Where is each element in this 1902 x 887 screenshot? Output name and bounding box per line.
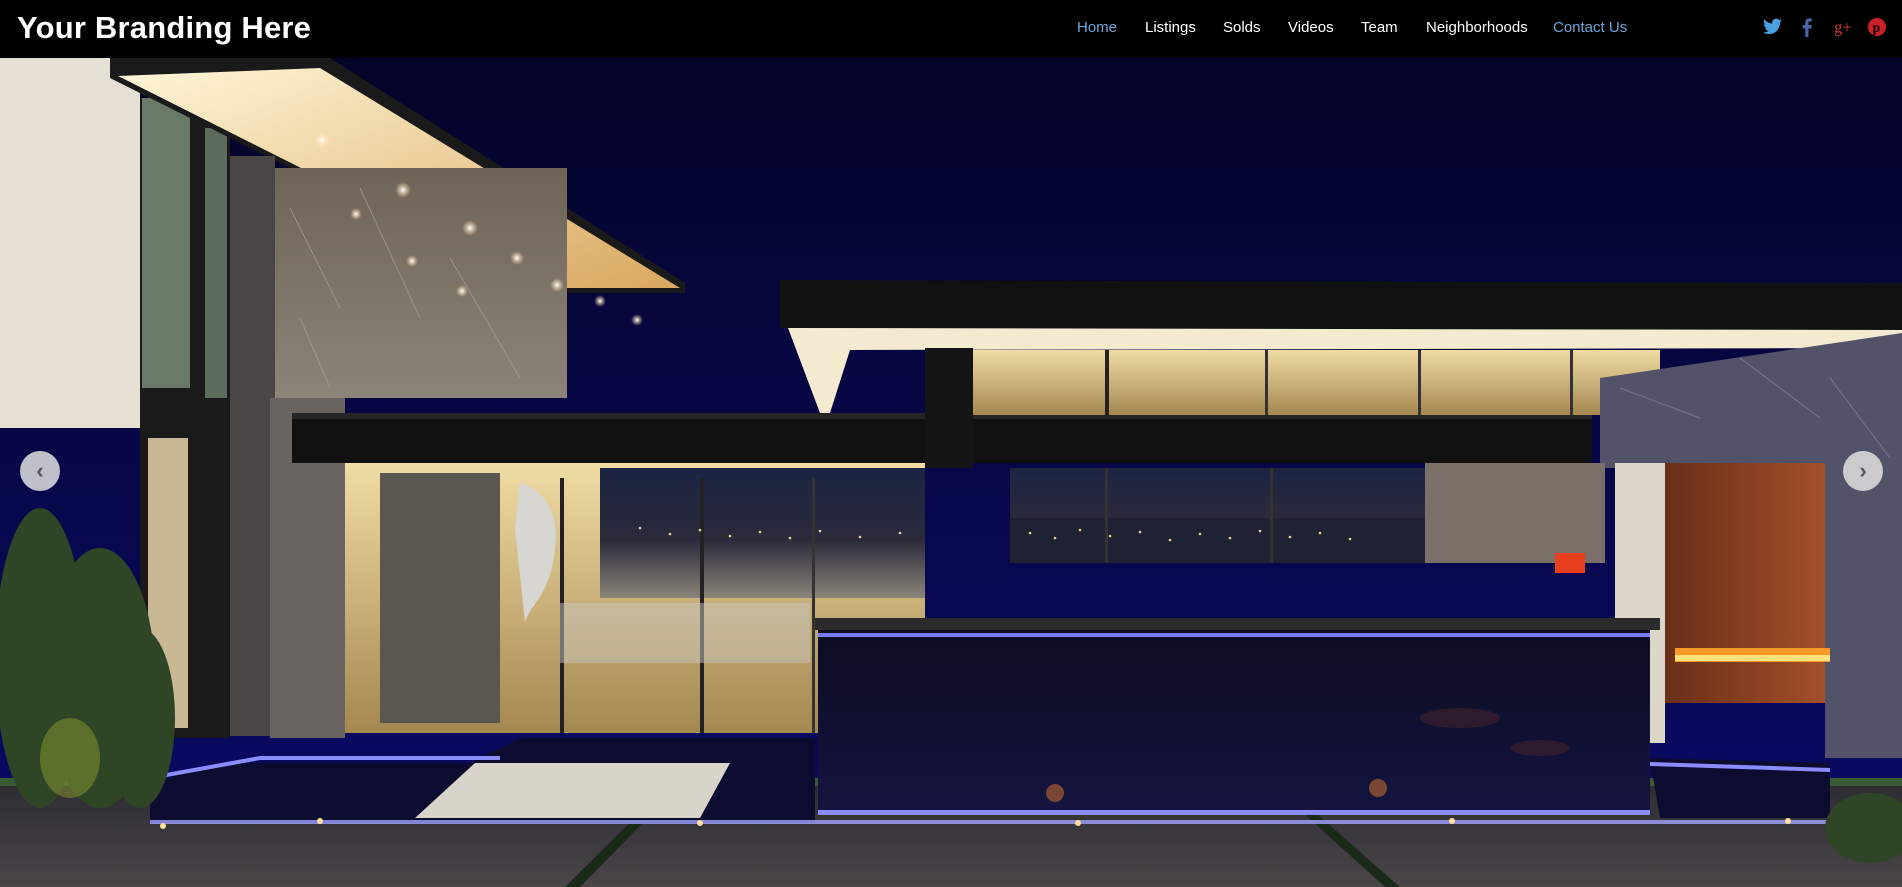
chevron-left-icon: ‹ [36,458,44,483]
slider-next-button[interactable]: › [1843,451,1883,491]
site-header: Your Branding Here Home Listings Solds V… [0,0,1902,58]
nav-videos[interactable]: Videos [1288,19,1334,36]
nav-contact-us[interactable]: Contact Us [1553,19,1627,36]
facebook-icon[interactable] [1802,18,1812,37]
twitter-glyph [1763,18,1782,35]
pinterest-icon[interactable]: p [1868,18,1886,36]
nav-solds[interactable]: Solds [1223,19,1261,36]
facebook-glyph [1802,18,1812,37]
chevron-right-icon: › [1859,458,1867,483]
hero-slider: ‹ › [0,58,1902,887]
nav-home[interactable]: Home [1077,19,1117,36]
google-plus-icon[interactable]: g+ [1834,18,1855,37]
pinterest-letter: p [1873,20,1881,35]
nav-listings[interactable]: Listings [1145,19,1196,36]
google-plus-glyph: g+ [1834,18,1851,37]
nav-neighborhoods[interactable]: Neighborhoods [1426,19,1528,36]
twitter-icon[interactable] [1763,18,1782,35]
main-nav: Home Listings Solds Videos Team Neighbor… [0,19,1902,39]
slider-prev-button[interactable]: ‹ [20,451,60,491]
hero-image [0,58,1902,887]
nav-team[interactable]: Team [1361,19,1398,36]
